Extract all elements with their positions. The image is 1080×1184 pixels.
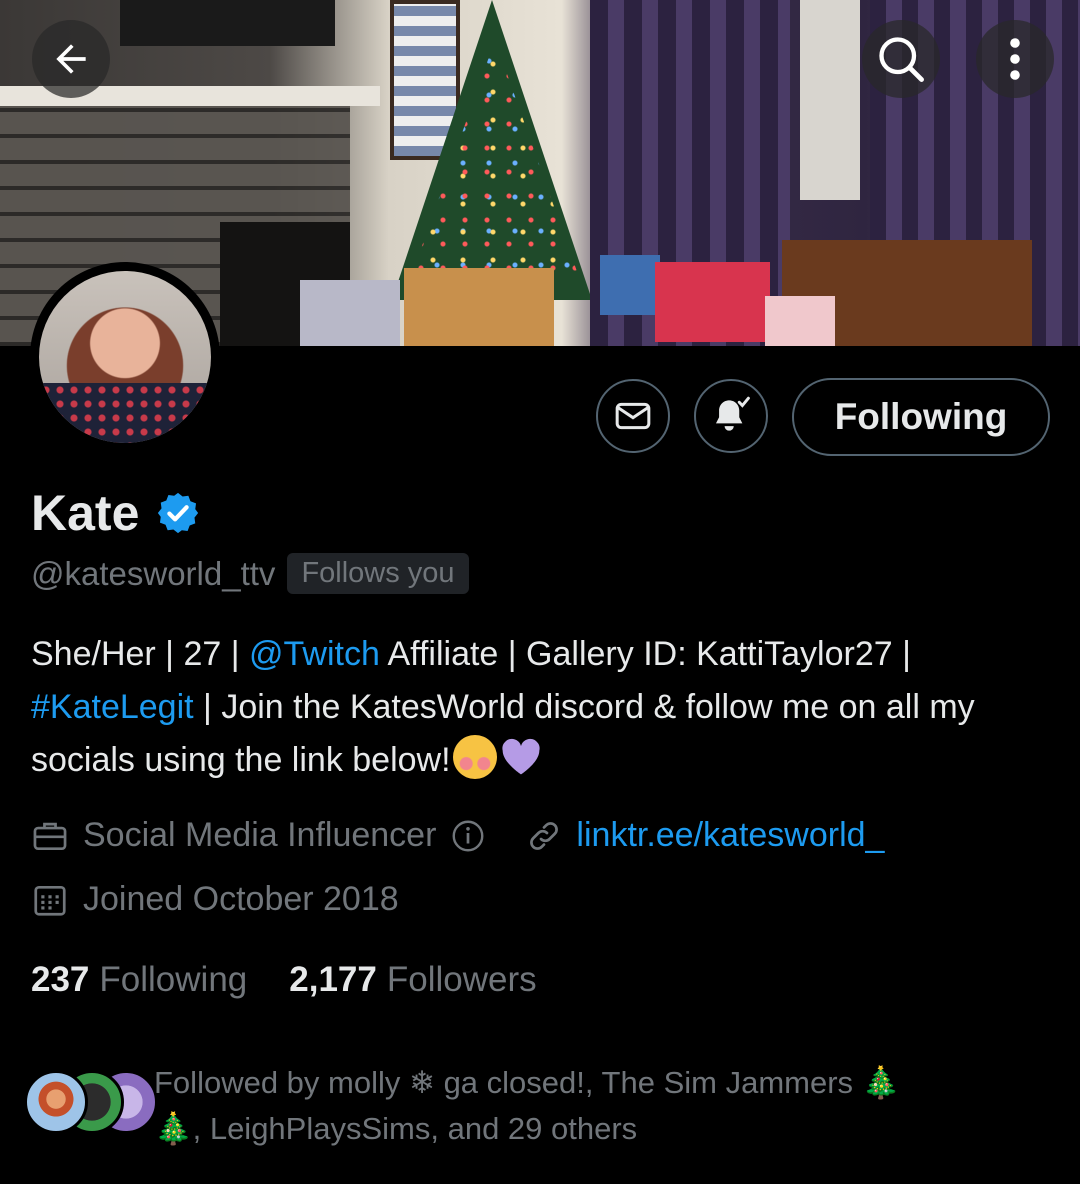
- avatar[interactable]: [30, 262, 220, 452]
- briefcase-icon: [31, 817, 69, 855]
- arrow-left-icon: [56, 44, 86, 74]
- handle-row: @katesworld_ttv Follows you: [31, 553, 469, 594]
- message-button[interactable]: [596, 379, 670, 453]
- following-stat[interactable]: 237 Following: [31, 960, 247, 1000]
- mention-link[interactable]: @Twitch: [249, 635, 380, 673]
- website-link[interactable]: linktr.ee/katesworld_: [576, 816, 884, 855]
- verified-badge-icon: [158, 492, 199, 534]
- following-button-label: Following: [834, 396, 1008, 437]
- follows-you-badge: Follows you: [287, 553, 469, 594]
- profile-name-row: Kate: [31, 484, 201, 542]
- username-handle: @katesworld_ttv: [31, 554, 276, 592]
- search-button[interactable]: [862, 20, 940, 98]
- display-name: Kate: [31, 485, 140, 541]
- profile-bio: She/Her | 27 | @Twitch Affiliate | Galle…: [31, 635, 975, 779]
- follower-avatar: [24, 1070, 88, 1134]
- profile-category: Social Media Influencer: [83, 816, 437, 854]
- purple-heart-emoji: [501, 738, 540, 775]
- more-vertical-icon: [1010, 38, 1020, 80]
- profile-meta-row: Social Media Influencer linktr.ee/katesw…: [31, 816, 884, 855]
- joined-date: Joined October 2018: [83, 880, 399, 918]
- back-button[interactable]: [32, 20, 110, 98]
- joined-row: Joined October 2018: [31, 880, 399, 919]
- envelope-icon: [615, 402, 651, 430]
- link-icon: [526, 818, 562, 854]
- followed-by-avatars[interactable]: [24, 1062, 158, 1134]
- more-options-button[interactable]: [976, 20, 1054, 98]
- smiling-face-emoji: [452, 735, 497, 779]
- calendar-icon: [31, 881, 69, 919]
- avatar-image: [39, 271, 211, 443]
- search-icon: [879, 37, 924, 82]
- followed-by-text[interactable]: Followed by molly ❄ ga closed!, The Sim …: [154, 1060, 1054, 1152]
- followers-stat[interactable]: 2,177 Followers: [289, 960, 536, 1000]
- bell-check-icon: [715, 396, 750, 431]
- info-icon[interactable]: [450, 818, 486, 854]
- following-button[interactable]: Following: [792, 378, 1050, 456]
- hashtag-link[interactable]: #KateLegit: [31, 688, 194, 726]
- notifications-button[interactable]: [694, 379, 768, 453]
- follow-stats: 237 Following 2,177 Followers: [31, 960, 579, 1000]
